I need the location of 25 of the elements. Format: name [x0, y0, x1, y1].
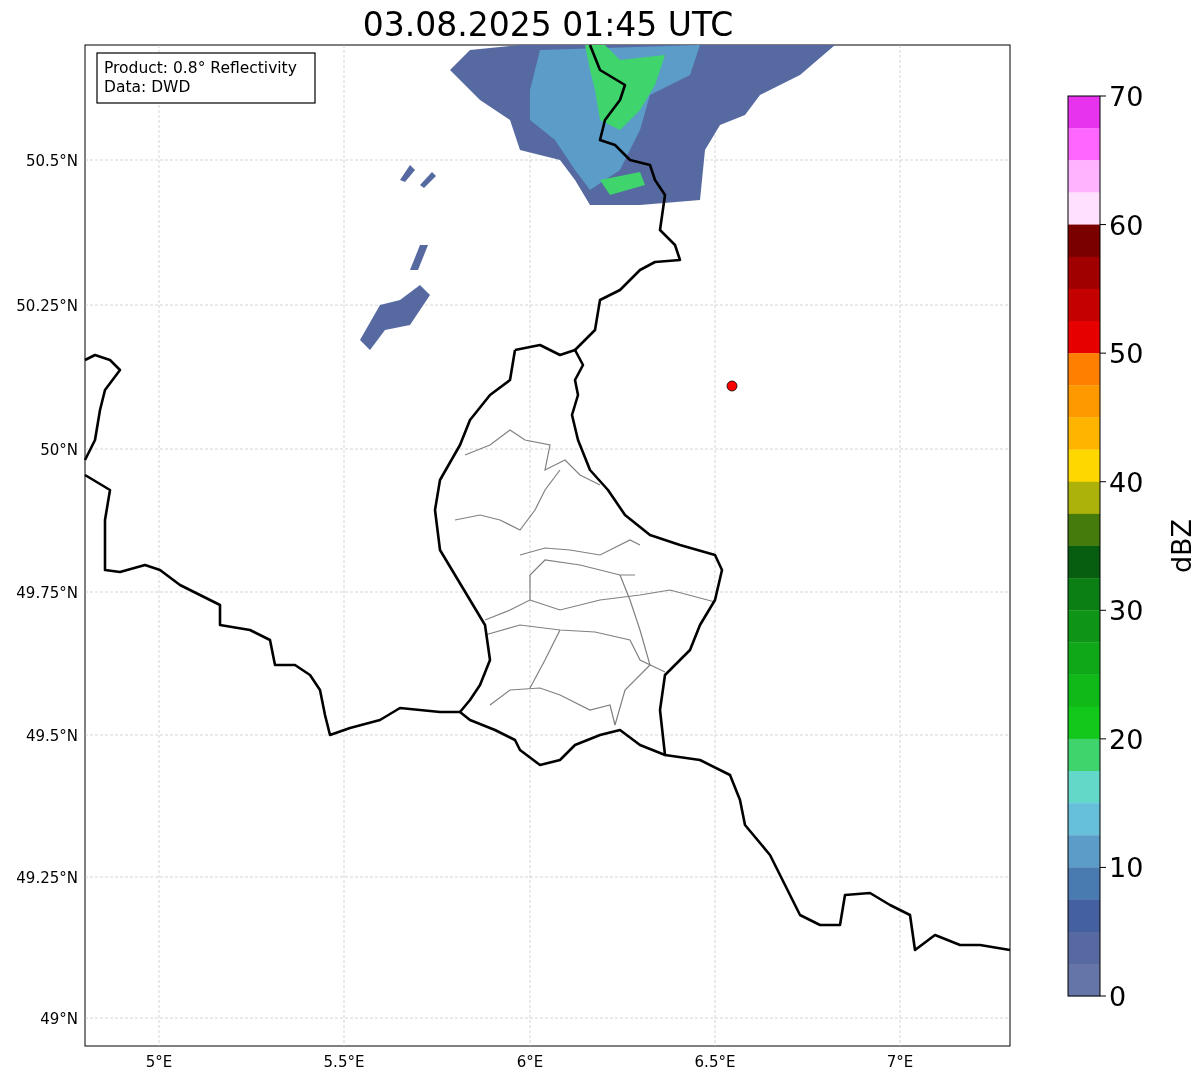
colorbar-tick-label: 40: [1109, 466, 1144, 498]
axis-label: 50°N: [40, 441, 78, 459]
axis-label: 7°E: [886, 1053, 914, 1071]
axis-label: 49.25°N: [16, 869, 78, 887]
axis-label: 49.75°N: [16, 584, 78, 602]
axis-label: 5°E: [145, 1053, 173, 1071]
info-text: Product: 0.8° Reflectivity: [104, 59, 297, 77]
axis-label: 5.5°E: [323, 1053, 365, 1071]
axis-label: 50.5°N: [25, 152, 78, 170]
location-marker: [726, 380, 738, 392]
colorbar-tick-label: 70: [1109, 81, 1144, 112]
axis-label: 6.5°E: [694, 1053, 736, 1071]
colorbar-tick-label: 0: [1109, 981, 1127, 1012]
colorbar-tick-label: 50: [1109, 338, 1144, 370]
axis-label: 6°E: [516, 1053, 544, 1071]
info-text: Data: DWD: [104, 78, 191, 96]
colorbar-tick-label: 10: [1109, 852, 1144, 884]
colorbar-tick-label: 30: [1109, 595, 1144, 627]
axis-label: 50.25°N: [16, 297, 78, 315]
chart-title: 03.08.2025 01:45 UTC: [362, 5, 734, 44]
axis-label: 49°N: [40, 1010, 78, 1028]
colorbar-tick-label: 20: [1109, 723, 1144, 755]
colorbar-label: dBZ: [1166, 518, 1197, 574]
axis-label: 49.5°N: [25, 727, 78, 745]
colorbar-tick-label: 60: [1109, 209, 1144, 241]
